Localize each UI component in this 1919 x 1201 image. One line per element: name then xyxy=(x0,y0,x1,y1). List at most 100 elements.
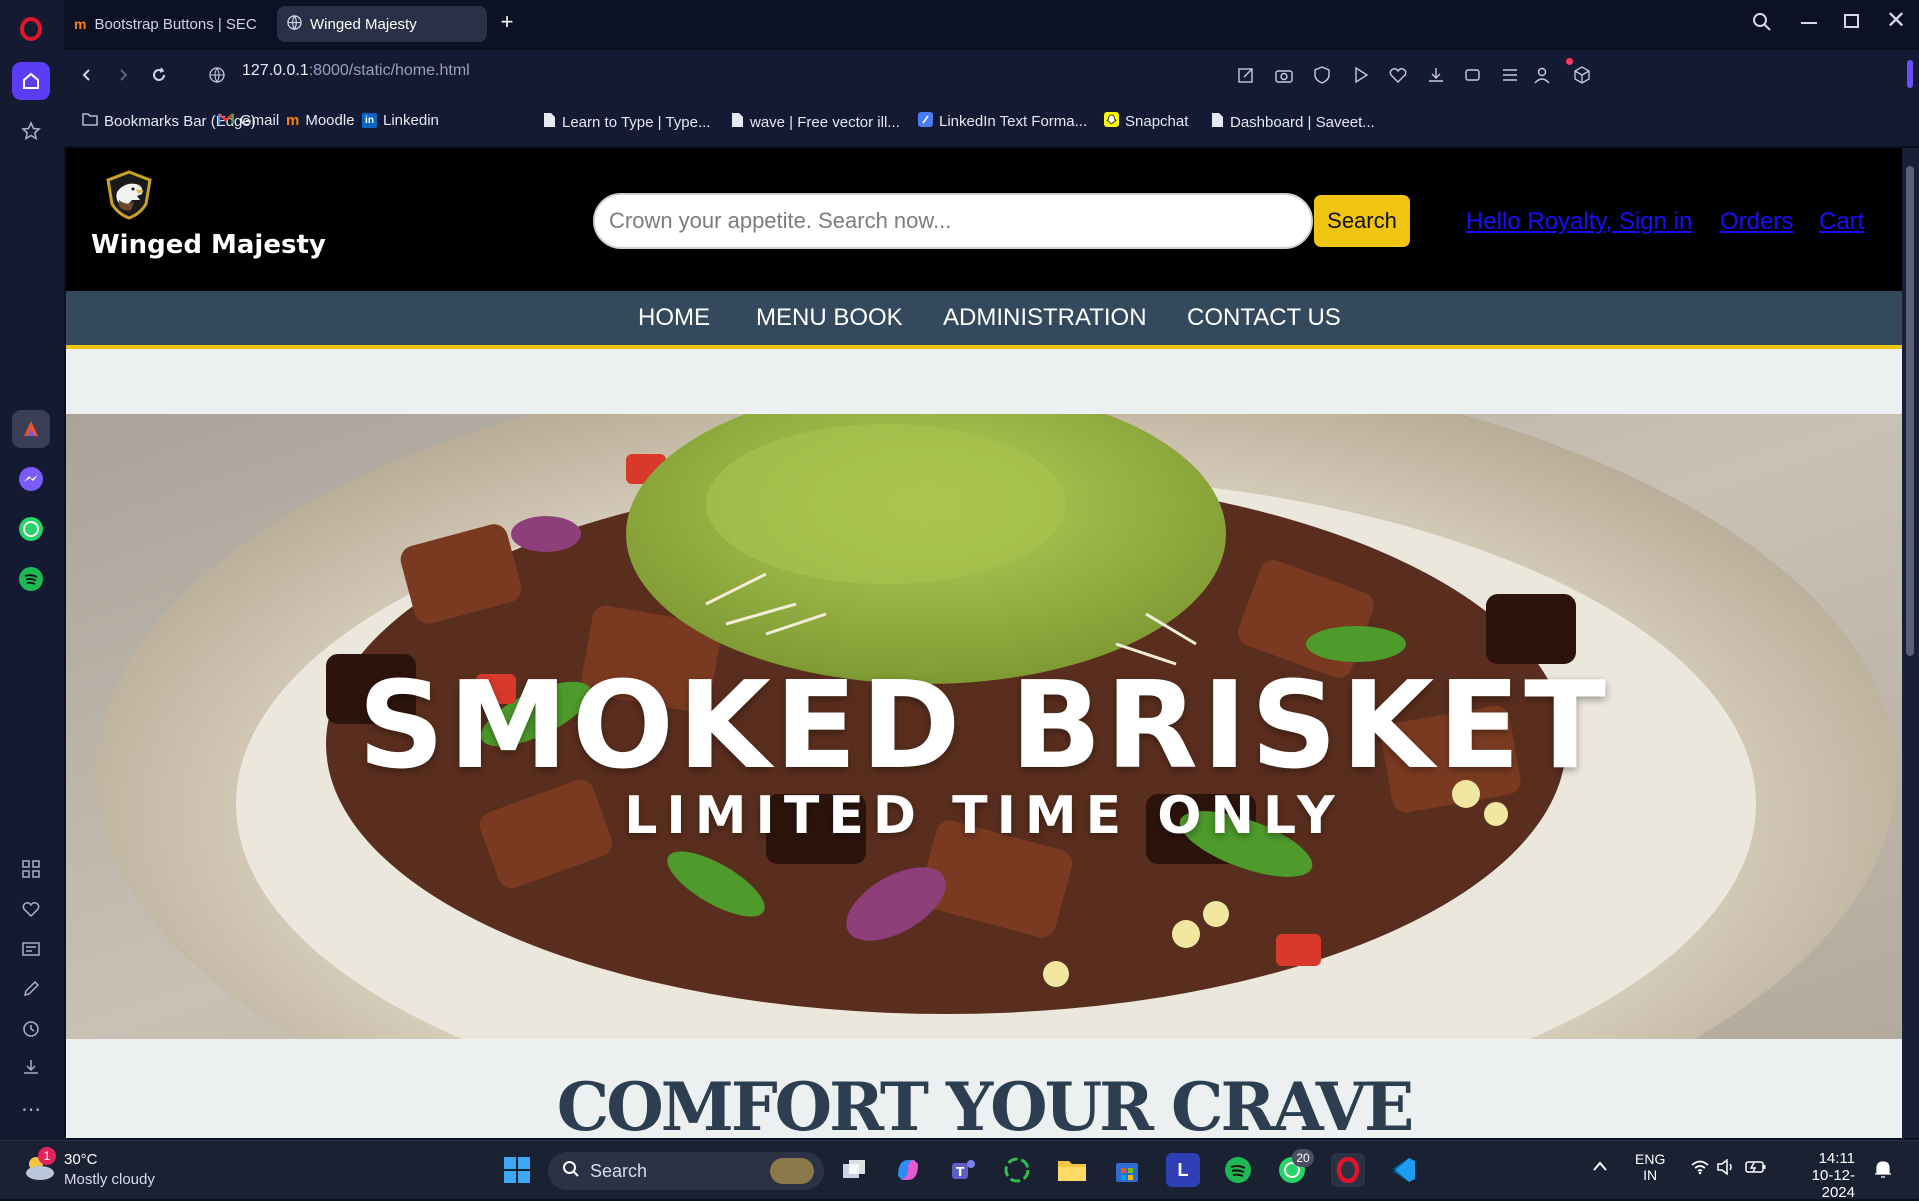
history-icon[interactable] xyxy=(12,1010,50,1048)
new-tab-icon[interactable]: + xyxy=(496,11,518,34)
language-bottom: IN xyxy=(1643,1167,1658,1183)
nav-home[interactable]: HOME xyxy=(638,304,710,332)
clock[interactable]: 14:11 10-12-2024 xyxy=(1785,1150,1855,1201)
taskbar-search[interactable]: Search xyxy=(548,1152,824,1190)
bookmark-learn-to-type[interactable]: Learn to Type | Type... xyxy=(543,112,710,132)
bookmark-label: Moodle xyxy=(305,112,355,129)
signin-link[interactable]: Hello Royalty, Sign in xyxy=(1466,208,1692,236)
tab-label: Bootstrap Buttons | SEC xyxy=(94,15,257,33)
opera-logo-icon[interactable] xyxy=(12,10,50,48)
nav-menu-book[interactable]: MENU BOOK xyxy=(756,304,903,332)
opera-taskbar-icon[interactable] xyxy=(1331,1153,1365,1187)
url-field[interactable]: 127.0.0.1:8000/static/home.html xyxy=(242,62,470,80)
weather-temp[interactable]: 30°C xyxy=(64,1151,98,1168)
notifications-bell-icon[interactable] xyxy=(1874,1159,1892,1184)
battery-icon[interactable] xyxy=(1745,1159,1767,1180)
start-icon[interactable] xyxy=(500,1153,534,1187)
clock-time: 14:11 xyxy=(1818,1150,1855,1167)
sidebar-toggle[interactable] xyxy=(1907,60,1913,88)
player-icon[interactable] xyxy=(1349,63,1373,87)
restore-icon[interactable] xyxy=(1844,14,1859,28)
nav-contact-us[interactable]: CONTACT US xyxy=(1187,304,1341,332)
downloads-icon[interactable] xyxy=(12,1048,50,1086)
show-hidden-icons-icon[interactable] xyxy=(1592,1159,1608,1177)
download-icon[interactable] xyxy=(1424,63,1448,87)
tab-islands-icon[interactable] xyxy=(1461,63,1485,87)
language-indicator[interactable]: ENG IN xyxy=(1635,1151,1665,1183)
bookmark-snapchat[interactable]: Snapchat xyxy=(1104,112,1188,131)
browser-sidebar: ⋯ xyxy=(0,0,64,1140)
vscode-icon[interactable] xyxy=(1386,1153,1420,1187)
shield-icon[interactable] xyxy=(1310,63,1334,87)
cube-icon[interactable] xyxy=(1570,63,1594,87)
wifi-icon[interactable] xyxy=(1690,1159,1710,1180)
aria-icon[interactable] xyxy=(12,410,50,448)
orders-link[interactable]: Orders xyxy=(1720,208,1793,236)
spotify-taskbar-icon[interactable] xyxy=(1221,1153,1255,1187)
eagle-logo-icon[interactable] xyxy=(104,170,154,225)
url-host: 127.0.0.1 xyxy=(242,62,309,79)
reload-icon[interactable] xyxy=(146,62,172,88)
whatsapp-badge: 20 xyxy=(1292,1149,1314,1167)
bookmark-gmail[interactable]: Gmail xyxy=(217,112,279,129)
task-view-icon[interactable] xyxy=(837,1153,871,1187)
page-icon xyxy=(1211,112,1224,132)
bookmark-moodle[interactable]: m Moodle xyxy=(286,112,355,129)
messenger-icon[interactable] xyxy=(12,460,50,498)
snap-edit-icon[interactable] xyxy=(1234,63,1258,87)
file-explorer-icon[interactable] xyxy=(1055,1153,1089,1187)
camera-icon[interactable] xyxy=(1272,63,1296,87)
gmail-icon xyxy=(217,112,235,129)
teams-icon[interactable]: T xyxy=(946,1153,980,1187)
hero-subtitle: LIMITED TIME ONLY xyxy=(624,786,1344,846)
bookmark-dashboard[interactable]: Dashboard | Saveet... xyxy=(1211,112,1375,132)
snapchat-icon xyxy=(1104,112,1119,131)
bookmark-linkedin-text[interactable]: LinkedIn Text Forma... xyxy=(918,112,1087,131)
tab-winged-majesty[interactable]: Winged Majesty xyxy=(277,6,487,42)
bookmark-label: Dashboard | Saveet... xyxy=(1230,113,1375,131)
more-icon[interactable]: ⋯ xyxy=(12,1090,50,1128)
extensions-icon[interactable] xyxy=(12,850,50,888)
linkedin-icon: in xyxy=(362,113,377,128)
page-icon xyxy=(543,112,556,132)
minimize-icon[interactable] xyxy=(1801,22,1817,24)
profile-icon[interactable] xyxy=(1530,63,1554,87)
home-icon[interactable] xyxy=(12,62,50,100)
whatsapp-icon[interactable] xyxy=(12,510,50,548)
bookmark-wave[interactable]: wave | Free vector ill... xyxy=(731,112,900,132)
cart-link[interactable]: Cart xyxy=(1819,208,1864,236)
edit-icon[interactable] xyxy=(12,970,50,1008)
scrollbar-thumb[interactable] xyxy=(1906,166,1914,656)
nav-administration[interactable]: ADMINISTRATION xyxy=(943,304,1147,332)
easy-setup-icon[interactable] xyxy=(1498,63,1522,87)
tab-search-icon[interactable] xyxy=(1752,12,1772,37)
weather-desc[interactable]: Mostly cloudy xyxy=(64,1171,155,1188)
search-input[interactable]: Crown your appetite. Search now... xyxy=(593,193,1313,249)
spotify-icon[interactable] xyxy=(12,560,50,598)
volume-icon[interactable] xyxy=(1716,1158,1736,1180)
copilot-icon[interactable] xyxy=(891,1153,925,1187)
bookmark-label: wave | Free vector ill... xyxy=(750,113,900,131)
forward-icon[interactable] xyxy=(110,62,136,88)
section-heading: COMFORT YOUR CRAVE xyxy=(556,1068,1415,1138)
news-icon[interactable] xyxy=(12,930,50,968)
pinboard-icon[interactable] xyxy=(12,112,50,150)
back-icon[interactable] xyxy=(74,62,100,88)
heart-icon[interactable] xyxy=(12,890,50,928)
page-icon xyxy=(731,112,744,132)
bookmarks-bar: Bookmarks Bar (Edge) Gmail m Moodle in L… xyxy=(64,100,1919,146)
tab-bootstrap-buttons[interactable]: m Bootstrap Buttons | SEC xyxy=(64,6,264,42)
hero-title: SMOKED BRISKET xyxy=(358,657,1610,796)
refresh-app-icon[interactable] xyxy=(1000,1153,1034,1187)
bookmark-linkedin[interactable]: in Linkedin xyxy=(362,112,439,129)
favorite-heart-icon[interactable] xyxy=(1386,63,1410,87)
hero-banner[interactable]: SMOKED BRISKET LIMITED TIME ONLY xyxy=(66,414,1902,1039)
search-button[interactable]: Search xyxy=(1314,195,1410,247)
close-window-icon[interactable]: ✕ xyxy=(1886,6,1906,35)
brand-name[interactable]: Winged Majesty xyxy=(91,230,326,260)
tab-label: Winged Majesty xyxy=(310,15,417,33)
l-app-icon[interactable]: L xyxy=(1166,1153,1200,1187)
page-scrollbar[interactable] xyxy=(1902,148,1919,1138)
site-info-icon[interactable] xyxy=(204,62,230,88)
store-icon[interactable] xyxy=(1110,1153,1144,1187)
